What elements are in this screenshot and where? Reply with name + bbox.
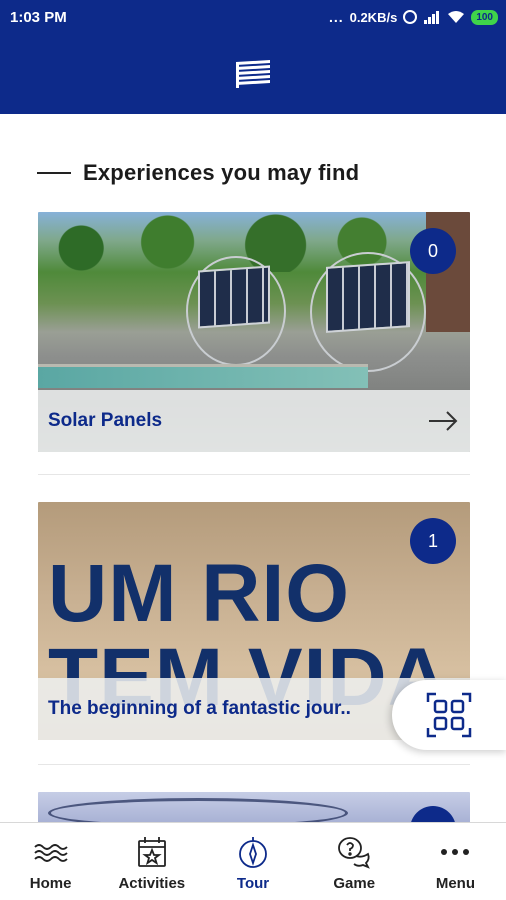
status-icons: ... 0.2KB/s 100 <box>329 9 498 25</box>
section-title: Experiences you may find <box>83 160 360 185</box>
chat-question-icon <box>338 837 371 869</box>
arrow-right-icon[interactable] <box>428 410 458 432</box>
bottom-navigation: Home Activities Tour Game Menu <box>0 822 506 900</box>
nav-item-home[interactable]: Home <box>0 823 101 900</box>
nav-label: Tour <box>236 875 270 892</box>
qr-scan-button[interactable] <box>392 680 506 750</box>
solar-panel <box>198 265 270 329</box>
calendar-star-icon <box>137 837 166 867</box>
striped-flag-logo-icon[interactable] <box>232 58 274 90</box>
card-number-badge: 0 <box>410 228 456 274</box>
card-caption: Solar Panels <box>38 390 470 452</box>
signal-icon <box>423 10 441 24</box>
alarm-icon <box>403 10 418 24</box>
battery-icon: 100 <box>471 9 498 25</box>
nav-label: Home <box>29 875 72 892</box>
nav-label: Game <box>333 875 376 892</box>
card-title[interactable]: The beginning of a fantastic jour.. <box>48 698 351 720</box>
status-time: 1:03 PM <box>10 9 67 26</box>
compass-icon <box>239 837 267 868</box>
status-bar: 1:03 PM ... 0.2KB/s 100 <box>0 0 506 36</box>
nav-label: Activities <box>118 875 186 892</box>
wifi-icon <box>447 10 465 24</box>
card-divider <box>38 474 470 475</box>
nav-label: Menu <box>435 875 475 892</box>
experience-card-solar-panels[interactable]: 0 Solar Panels <box>38 212 470 452</box>
qr-code-icon <box>426 692 472 738</box>
card-number-badge: 1 <box>410 518 456 564</box>
app-bar <box>0 36 506 114</box>
nav-item-tour[interactable]: Tour <box>202 823 303 900</box>
card-title[interactable]: Solar Panels <box>48 410 162 432</box>
nav-item-game[interactable]: Game <box>304 823 405 900</box>
waves-icon <box>33 844 68 862</box>
nav-item-activities[interactable]: Activities <box>101 823 202 900</box>
network-speed: 0.2KB/s <box>349 9 398 25</box>
card-divider <box>38 764 470 765</box>
solar-panel <box>326 261 410 333</box>
nav-item-menu[interactable]: Menu <box>405 823 506 900</box>
water-pool <box>38 364 368 388</box>
section-heading: Experiences you may find <box>37 160 359 186</box>
more-notifications-icon: ... <box>328 9 344 25</box>
heading-line <box>37 172 71 174</box>
more-dots-icon <box>441 849 470 855</box>
